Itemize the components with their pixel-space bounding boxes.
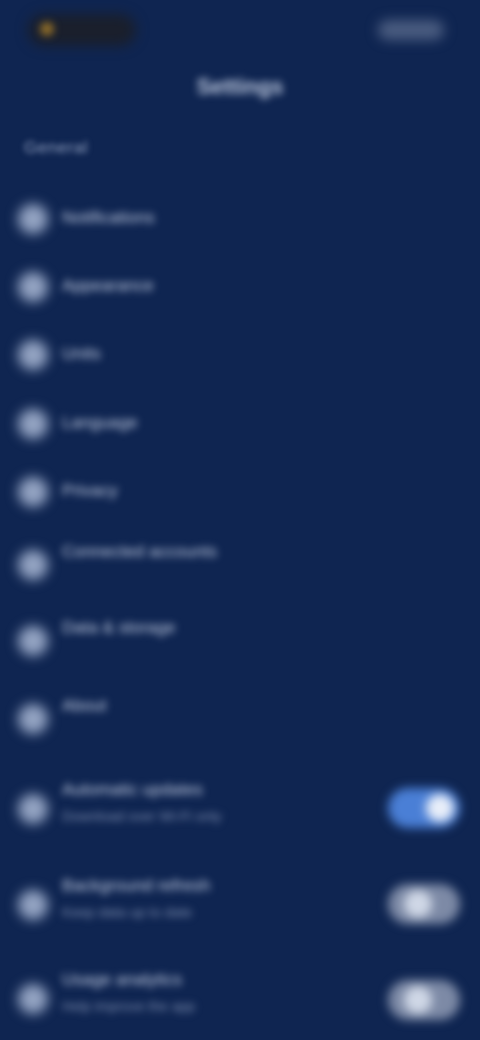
row-label: Units [62, 344, 101, 363]
section-header: General [24, 138, 88, 157]
row-label: About [62, 696, 107, 715]
status-bar-right [378, 20, 444, 40]
row-label: Background refresh [62, 876, 211, 895]
globe-icon [18, 409, 48, 439]
bell-icon [18, 204, 48, 234]
settings-row-language[interactable]: Language [0, 389, 480, 459]
palette-icon [18, 272, 48, 302]
lock-icon [18, 477, 48, 507]
settings-row-background-refresh: Background refresh Keep data up to date [0, 862, 480, 946]
settings-row-units[interactable]: Units [0, 320, 480, 390]
chart-icon [18, 984, 48, 1014]
row-sublabel: Help improve the app [62, 998, 196, 1014]
automatic-updates-toggle[interactable] [388, 788, 460, 828]
settings-row-about[interactable]: About [0, 682, 480, 758]
sync-icon [18, 890, 48, 920]
usage-analytics-toggle[interactable] [388, 980, 460, 1020]
toggle-knob [404, 890, 432, 918]
toggle-knob [426, 794, 454, 822]
settings-row-privacy[interactable]: Privacy [0, 457, 480, 527]
refresh-icon [18, 794, 48, 824]
row-label: Appearance [62, 276, 154, 295]
page-title: Settings [196, 74, 284, 99]
row-label: Usage analytics [62, 970, 183, 989]
settings-row-data-storage[interactable]: Data & storage [0, 604, 480, 680]
row-sublabel: Keep data up to date [62, 904, 192, 920]
row-label: Connected accounts [62, 542, 217, 561]
status-bar [0, 0, 480, 60]
settings-row-connected-accounts[interactable]: Connected accounts [0, 528, 480, 604]
row-label: Notifications [62, 208, 155, 227]
settings-row-automatic-updates: Automatic updates Download over Wi‑Fi on… [0, 766, 480, 850]
header: Settings [0, 64, 480, 112]
status-indicator-icon [40, 22, 54, 36]
row-label: Automatic updates [62, 780, 203, 799]
ruler-icon [18, 340, 48, 370]
row-label: Language [62, 413, 138, 432]
info-icon [18, 704, 48, 734]
toggle-knob [404, 986, 432, 1014]
settings-row-notifications[interactable]: Notifications [0, 184, 480, 254]
settings-row-usage-analytics: Usage analytics Help improve the app [0, 956, 480, 1040]
background-refresh-toggle[interactable] [388, 884, 460, 924]
settings-row-appearance[interactable]: Appearance [0, 252, 480, 322]
row-label: Privacy [62, 481, 118, 500]
database-icon [18, 626, 48, 656]
row-sublabel: Download over Wi‑Fi only [62, 808, 222, 824]
row-label: Data & storage [62, 618, 176, 637]
link-icon [18, 550, 48, 580]
